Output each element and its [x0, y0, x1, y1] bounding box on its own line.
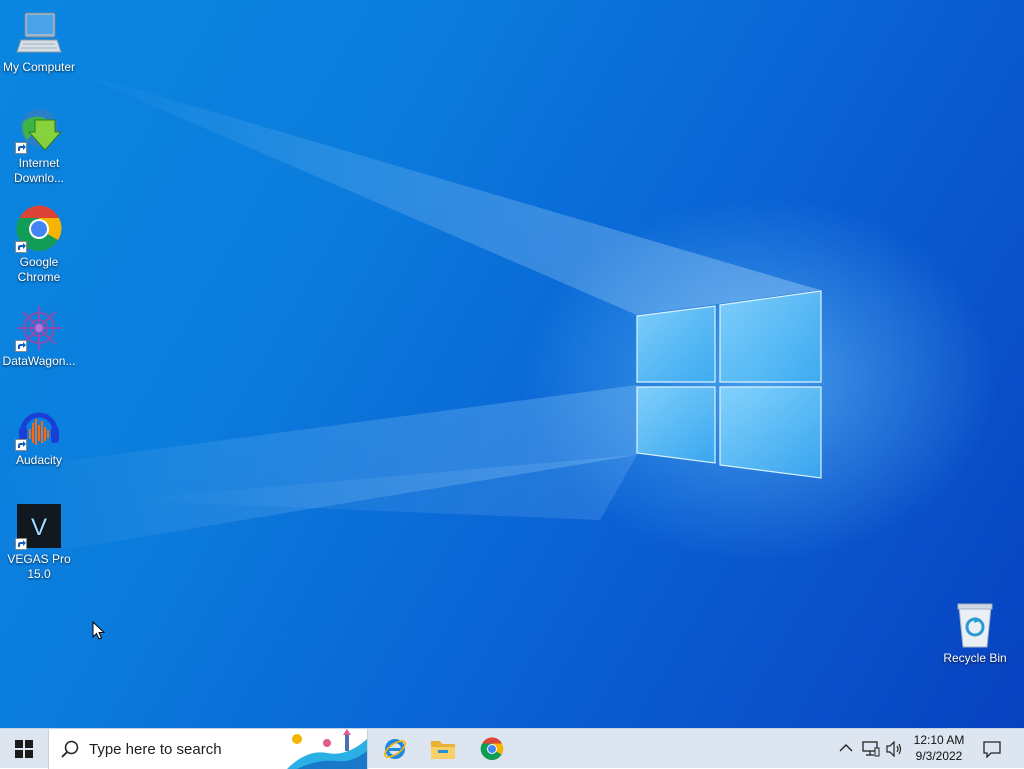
shortcut-arrow-icon: [15, 439, 27, 451]
file-explorer-icon: [431, 741, 455, 759]
desktop-icon-recycle-bin[interactable]: Recycle Bin: [937, 601, 1013, 666]
taskbar-clock[interactable]: 12:10 AM 9/3/2022: [902, 732, 976, 764]
desktop-icon-google-chrome[interactable]: Google Chrome: [1, 205, 77, 285]
shortcut-arrow-icon: [15, 340, 27, 352]
shortcut-arrow-icon: [15, 142, 27, 154]
internet-download-manager-icon: [15, 106, 63, 154]
desktop-icon-label: DataWagon...: [2, 354, 76, 368]
taskbar-file-explorer[interactable]: [419, 729, 467, 769]
notification-center-button[interactable]: [968, 729, 1016, 769]
chrome-icon: [480, 737, 504, 760]
svg-text:V: V: [31, 514, 47, 541]
wallpaper-light-beams: [0, 70, 820, 560]
taskbar-google-chrome[interactable]: [468, 729, 516, 769]
desktop-icon-label: Google Chrome: [17, 255, 61, 284]
search-placeholder: Type here to search: [89, 741, 222, 758]
desktop-icon-label: VEGAS Pro 15.0: [7, 552, 71, 581]
desktop-icon-audacity[interactable]: Audacity: [1, 403, 77, 468]
desktop-icon-internet-download-manager[interactable]: Internet Downlo...: [1, 106, 77, 186]
shortcut-arrow-icon: [15, 241, 27, 253]
taskbar-internet-explorer[interactable]: [371, 729, 419, 769]
search-box[interactable]: Type here to search: [48, 729, 368, 769]
desktop[interactable]: My Computer Internet Downlo... Google Ch…: [0, 0, 1024, 728]
vegas-pro-icon: V: [15, 502, 63, 550]
desktop-icon-my-computer[interactable]: My Computer: [1, 10, 77, 75]
search-highlight-illustration: [287, 729, 367, 769]
chrome-icon: [15, 205, 63, 253]
desktop-icon-label: Recycle Bin: [943, 651, 1007, 665]
notification-icon: [983, 741, 1001, 758]
chevron-up-icon[interactable]: [839, 743, 853, 753]
desktop-icon-vegas-pro[interactable]: V VEGAS Pro 15.0: [1, 502, 77, 582]
desktop-icon-label: Internet Downlo...: [13, 156, 65, 185]
desktop-icon-label: My Computer: [2, 60, 76, 74]
mouse-cursor-icon: [92, 621, 106, 640]
search-icon: [61, 740, 79, 758]
datawagon-icon: [15, 304, 63, 352]
network-icon[interactable]: [862, 741, 880, 757]
windows-start-icon: [15, 740, 33, 758]
audacity-icon: [15, 403, 63, 451]
clock-date: 9/3/2022: [915, 749, 963, 763]
desktop-icon-label: Audacity: [15, 453, 63, 467]
recycle-bin-icon: [951, 601, 999, 649]
clock-time: 12:10 AM: [913, 733, 965, 747]
taskbar: Type here to search 12:10 AM 9/3/2022: [0, 728, 1024, 769]
windows-logo-wallpaper: [636, 290, 822, 479]
computer-icon: [15, 10, 63, 58]
internet-explorer-icon: [383, 739, 407, 759]
shortcut-arrow-icon: [15, 538, 27, 550]
desktop-icon-datawagon[interactable]: DataWagon...: [1, 304, 77, 369]
start-button[interactable]: [0, 729, 48, 769]
